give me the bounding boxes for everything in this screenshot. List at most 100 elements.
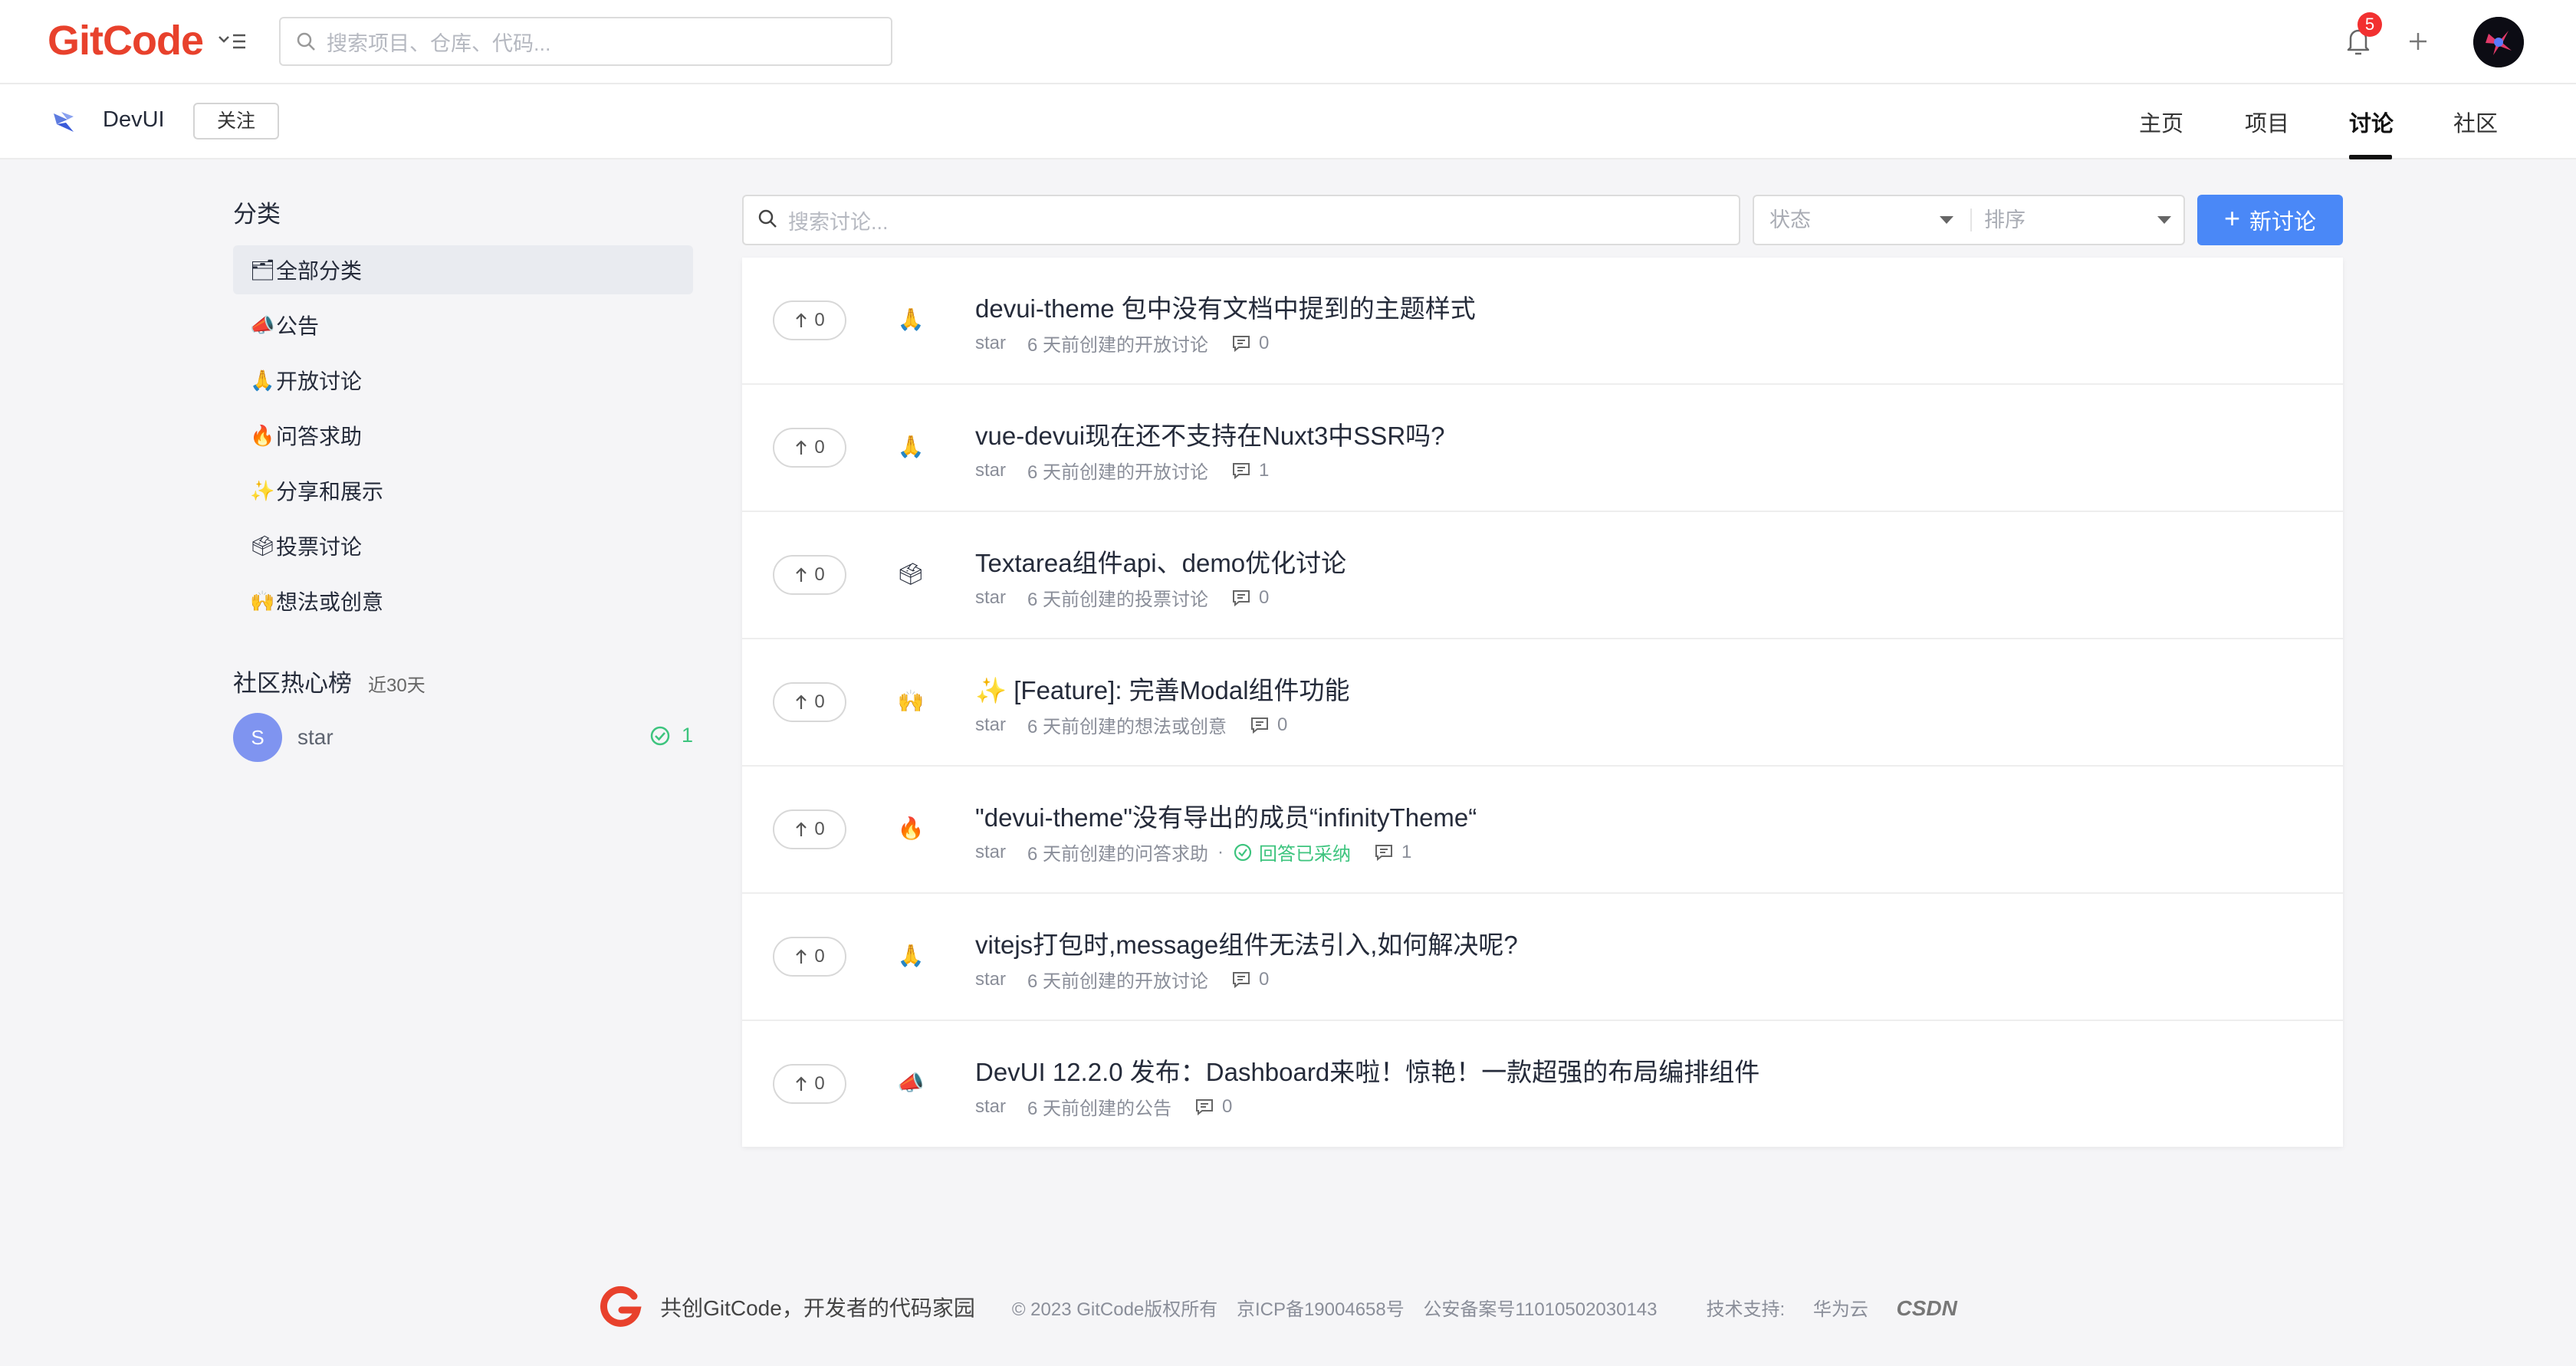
category-announcements[interactable]: 📣 公告	[233, 300, 693, 350]
discussion-row[interactable]: 0 🙏 devui-theme 包中没有文档中提到的主题样式 star 6 天前…	[742, 258, 2343, 385]
author-name[interactable]: star	[975, 587, 1006, 609]
author-name[interactable]: star	[975, 969, 1006, 990]
category-emoji-icon: 🙏	[897, 307, 925, 331]
discussion-row[interactable]: 0 📣 DevUI 12.2.0 发布：Dashboard来啦！惊艳！一款超强的…	[742, 1021, 2343, 1148]
pray-icon: 🙏	[250, 368, 275, 392]
comment-count-value: 0	[1259, 586, 1270, 608]
comment-count: 1	[1374, 842, 1411, 863]
devui-logo-icon	[51, 109, 78, 136]
category-label: 问答求助	[276, 425, 363, 448]
category-open-discussion[interactable]: 🙏 开放讨论	[233, 356, 693, 405]
follow-button[interactable]: 关注	[193, 103, 279, 140]
arrow-up-icon	[796, 694, 807, 709]
new-discussion-button[interactable]: + 新讨论	[2197, 195, 2343, 245]
vote-count: 0	[814, 1073, 825, 1094]
tab-community[interactable]: 社区	[2453, 106, 2498, 138]
footer-icp-link[interactable]: 京ICP备19004658号	[1237, 1299, 1405, 1320]
vote-count: 0	[814, 819, 825, 839]
category-all[interactable]: 🗂 全部分类	[233, 245, 693, 294]
created-meta: 6 天前创建的问答求助	[1027, 844, 1209, 865]
folder-icon: 🗂	[250, 258, 276, 281]
discussion-meta: star 6 天前创建的问答求助 · 回答已采纳 1	[975, 839, 1411, 865]
user-avatar[interactable]	[2473, 17, 2524, 67]
global-search-input[interactable]: 搜索项目、仓库、代码...	[279, 17, 892, 66]
upvote-button[interactable]: 0	[773, 809, 846, 849]
category-qa[interactable]: 🔥 问答求助	[233, 411, 693, 460]
discussion-meta: star 6 天前创建的投票讨论 0	[975, 584, 1269, 611]
discussion-title[interactable]: devui-theme 包中没有文档中提到的主题样式	[975, 288, 1476, 325]
category-label: 想法或创意	[276, 590, 384, 614]
category-emoji-icon: 🙌	[897, 689, 925, 713]
comment-count-value: 1	[1401, 841, 1412, 862]
footer-copyright: © 2023 GitCode版权所有	[1011, 1299, 1218, 1320]
support-csdn-link[interactable]: CSDN	[1897, 1296, 1957, 1320]
category-label: 公告	[276, 314, 320, 338]
tab-projects[interactable]: 项目	[2245, 106, 2289, 138]
hot-user-row[interactable]: S star 1	[233, 713, 693, 762]
arrow-up-icon	[796, 822, 807, 836]
discussion-title[interactable]: ✨ [Feature]: 完善Modal组件功能	[975, 670, 1350, 707]
created-meta: 6 天前创建的开放讨论	[1027, 335, 1209, 356]
author-name[interactable]: star	[975, 333, 1006, 354]
category-ideas[interactable]: 🙌 想法或创意	[233, 576, 693, 626]
discussion-title[interactable]: DevUI 12.2.0 发布：Dashboard来啦！惊艳！一款超强的布局编排…	[975, 1052, 1760, 1089]
gitcode-logo[interactable]: Git Code	[48, 15, 204, 66]
discussion-row[interactable]: 0 🙏 vitejs打包时,message组件无法引入,如何解决呢? star …	[742, 894, 2343, 1021]
comment-count-value: 0	[1222, 1095, 1233, 1117]
filter-group: 状态 排序	[1753, 195, 2185, 245]
upvote-button[interactable]: 0	[773, 428, 846, 468]
comment-icon	[1233, 589, 1250, 606]
discussion-row[interactable]: 0 🙌 ✨ [Feature]: 完善Modal组件功能 star 6 天前创建…	[742, 639, 2343, 767]
comment-icon	[1233, 335, 1250, 352]
author-name[interactable]: star	[975, 714, 1006, 736]
plus-icon: +	[2223, 202, 2240, 234]
vote-count: 0	[814, 564, 825, 585]
created-meta: 6 天前创建的投票讨论	[1027, 589, 1209, 610]
sort-select-label: 排序	[1984, 209, 2026, 231]
upvote-button[interactable]: 0	[773, 1064, 846, 1104]
author-name[interactable]: star	[975, 1096, 1006, 1118]
hot-user-name: star	[297, 725, 334, 749]
upvote-button[interactable]: 0	[773, 300, 846, 340]
category-polls[interactable]: 🗳 投票讨论	[233, 521, 693, 570]
upvote-button[interactable]: 0	[773, 682, 846, 722]
answer-accepted-badge: 回答已采纳	[1233, 839, 1351, 865]
support-label: 技术支持:	[1706, 1299, 1786, 1320]
upvote-button[interactable]: 0	[773, 937, 846, 977]
category-show-and-tell[interactable]: ✨ 分享和展示	[233, 466, 693, 515]
vote-count: 0	[814, 437, 825, 458]
created-meta: 6 天前创建的公告	[1027, 1098, 1172, 1119]
upvote-button[interactable]: 0	[773, 555, 846, 595]
author-name[interactable]: star	[975, 842, 1006, 863]
discussion-title[interactable]: vitejs打包时,message组件无法引入,如何解决呢?	[975, 924, 1518, 961]
project-bar: DevUI 关注 主页 项目 讨论 社区	[0, 84, 2576, 159]
project-name[interactable]: DevUI	[103, 107, 165, 133]
notification-badge: 5	[2358, 12, 2382, 37]
author-name[interactable]: star	[975, 460, 1006, 481]
footer-police-record[interactable]: 公安备案号11010502030143	[1423, 1299, 1657, 1320]
arrow-up-icon	[796, 1076, 807, 1091]
status-select-label: 状态	[1769, 209, 1811, 231]
discussion-title[interactable]: vue-devui现在还不支持在Nuxt3中SSR吗?	[975, 415, 1445, 452]
discussion-row[interactable]: 0 🔥 "devui-theme"没有导出的成员“infinityTheme“ …	[742, 767, 2343, 894]
support-huawei-link[interactable]: 华为云	[1813, 1299, 1868, 1320]
discussion-row[interactable]: 0 🗳 Textarea组件api、demo优化讨论 star 6 天前创建的投…	[742, 512, 2343, 639]
nav-menu-toggle-icon[interactable]	[216, 28, 248, 55]
answer-accepted-label: 回答已采纳	[1259, 844, 1352, 865]
discussion-row[interactable]: 0 🙏 vue-devui现在还不支持在Nuxt3中SSR吗? star 6 天…	[742, 385, 2343, 512]
tab-discussions[interactable]: 讨论	[2349, 106, 2394, 138]
tab-home[interactable]: 主页	[2139, 106, 2183, 138]
create-plus-icon[interactable]	[2403, 21, 2433, 60]
logo-text-git: Git	[48, 18, 104, 64]
discussion-meta: star 6 天前创建的想法或创意 0	[975, 711, 1287, 738]
comment-count-value: 0	[1277, 714, 1288, 735]
category-emoji-icon: 📣	[897, 1071, 925, 1095]
sort-select[interactable]: 排序	[1984, 196, 2185, 244]
comment-icon	[1233, 971, 1250, 988]
created-meta: 6 天前创建的开放讨论	[1027, 971, 1209, 992]
comment-count: 0	[1194, 1096, 1232, 1118]
discussion-title[interactable]: Textarea组件api、demo优化讨论	[975, 543, 1346, 580]
created-meta: 6 天前创建的开放讨论	[1027, 462, 1209, 483]
discussion-title[interactable]: "devui-theme"没有导出的成员“infinityTheme“	[975, 797, 1477, 834]
discussion-search-input[interactable]: 搜索讨论...	[742, 195, 1740, 245]
